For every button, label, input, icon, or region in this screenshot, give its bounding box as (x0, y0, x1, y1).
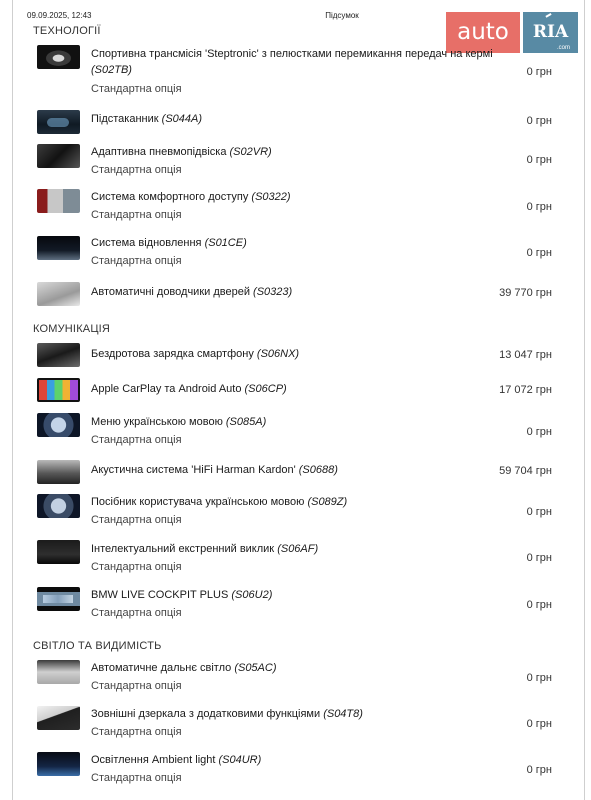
option-title: Меню українською мовою (S085A) (91, 416, 267, 428)
option-subtitle: Стандартна опція (91, 514, 182, 526)
steptronic-thumbnail (37, 45, 80, 69)
option-subtitle: Стандартна опція (91, 83, 182, 95)
mirrors-thumbnail (37, 706, 80, 730)
high-beam-thumbnail (37, 660, 80, 684)
option-price: 0 грн (526, 506, 552, 518)
option-subtitle: Стандартна опція (91, 772, 182, 784)
section-title-technologies: ТЕХНОЛОГІЇ (33, 25, 101, 37)
option-title: Автоматичні доводчики дверей (S0323) (91, 286, 293, 298)
option-subtitle: Стандартна опція (91, 561, 182, 573)
restore-thumbnail (37, 236, 80, 260)
wireless-charging-thumbnail (37, 343, 80, 367)
emergency-call-thumbnail (37, 540, 80, 564)
comfort-access-thumbnail (37, 189, 80, 213)
section-title-lighting: СВІТЛО ТА ВИДИМІСТЬ (33, 640, 162, 652)
harman-kardon-thumbnail (37, 460, 80, 484)
option-price: 0 грн (526, 552, 552, 564)
option-title: Підстаканник (S044A) (91, 113, 203, 125)
option-price: 0 грн (526, 201, 552, 213)
option-title: Освітлення Ambient light (S04UR) (91, 754, 262, 766)
option-price: 0 грн (526, 718, 552, 730)
live-cockpit-thumbnail (37, 587, 80, 611)
option-subtitle: Стандартна опція (91, 209, 182, 221)
option-title: Спортивна трансмісія 'Steptronic' з пелю… (91, 48, 493, 76)
option-price: 0 грн (526, 247, 552, 259)
auto-ria-logo-ria: RIA .com (523, 12, 578, 53)
door-closer-thumbnail (37, 282, 80, 306)
option-price: 0 грн (526, 115, 552, 127)
option-price: 17 072 грн (499, 384, 552, 396)
option-price: 13 047 грн (499, 349, 552, 361)
option-title: Посібник користувача українською мовою (… (91, 496, 348, 508)
ria-domain: .com (556, 45, 570, 51)
cupholder-thumbnail (37, 110, 80, 134)
option-price: 59 704 грн (499, 465, 552, 477)
option-subtitle: Стандартна опція (91, 726, 182, 738)
option-title: Система комфортного доступу (S0322) (91, 191, 291, 203)
option-subtitle: Стандартна опція (91, 255, 182, 267)
option-title: Зовнішні дзеркала з додатковими функціям… (91, 708, 363, 720)
manual-thumbnail (37, 494, 80, 518)
option-subtitle: Стандартна опція (91, 164, 182, 176)
option-title: Інтелектуальний екстренний виклик (S06AF… (91, 543, 319, 555)
option-price: 0 грн (526, 426, 552, 438)
option-price: 0 грн (526, 672, 552, 684)
option-title: Акустична система 'HiFi Harman Kardon' (… (91, 464, 338, 476)
option-title: Бездротова зарядка смартфону (S06NX) (91, 348, 300, 360)
ambient-light-thumbnail (37, 752, 80, 776)
option-price: 0 грн (526, 154, 552, 166)
option-title: Apple CarPlay та Android Auto (S06CP) (91, 383, 287, 395)
option-price: 0 грн (526, 764, 552, 776)
suspension-thumbnail (37, 144, 80, 168)
option-price: 0 грн (526, 66, 552, 78)
option-title: Система відновлення (S01CE) (91, 237, 247, 249)
option-title: BMW LIVE COCKPIT PLUS (S06U2) (91, 589, 273, 601)
option-title: Автоматичне дальнє світло (S05AC) (91, 662, 277, 674)
option-subtitle: Стандартна опція (91, 680, 182, 692)
option-subtitle: Стандартна опція (91, 607, 182, 619)
menu-language-thumbnail (37, 413, 80, 437)
option-price: 39 770 грн (499, 287, 552, 299)
carplay-thumbnail (37, 378, 80, 402)
section-title-communication: КОМУНІКАЦІЯ (33, 323, 111, 335)
ria-text: RIA (532, 22, 569, 42)
option-title: Адаптивна пневмопідвіска (S02VR) (91, 146, 272, 158)
option-price: 0 грн (526, 599, 552, 611)
option-subtitle: Стандартна опція (91, 434, 182, 446)
